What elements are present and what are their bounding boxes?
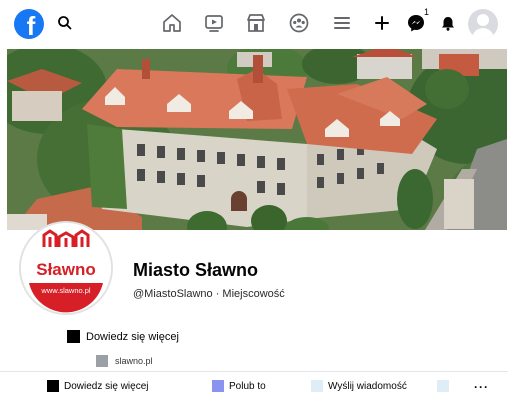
notifications-icon[interactable]: [437, 12, 459, 34]
message-icon: [311, 380, 323, 392]
marketplace-icon[interactable]: [245, 12, 267, 34]
cover-photo: [7, 49, 507, 230]
more-options-button[interactable]: ···: [474, 380, 489, 394]
facebook-page: f 1 Sławno www.slawno.pl Miasto Sławno @…: [0, 0, 508, 403]
page-avatar[interactable]: Sławno www.slawno.pl: [19, 221, 113, 315]
watch-icon[interactable]: [203, 12, 225, 34]
facebook-logo[interactable]: f: [14, 9, 44, 39]
slawno-logo: Sławno www.slawno.pl: [21, 223, 111, 313]
facebook-logo-letter: f: [26, 11, 36, 39]
globe-icon: [96, 355, 108, 367]
send-message-label: Wyślij wiadomość: [328, 380, 407, 392]
account-avatar[interactable]: [468, 9, 498, 39]
info-icon: [67, 330, 80, 343]
website-link[interactable]: slawno.pl: [96, 355, 153, 367]
avatar-logo-url: www.slawno.pl: [40, 286, 91, 295]
learn-more-button[interactable]: Dowiedz się więcej: [47, 380, 148, 392]
home-icon[interactable]: [161, 12, 183, 34]
learn-more-link[interactable]: Dowiedz się więcej: [67, 330, 179, 343]
top-navigation: f 1: [0, 0, 508, 46]
extra-action-button[interactable]: [437, 380, 449, 392]
like-button-label: Polub to: [229, 380, 266, 392]
action-bar: Dowiedz się więcej Polub to Wyślij wiado…: [0, 380, 508, 402]
menu-icon[interactable]: [331, 12, 353, 34]
learn-more-button-label: Dowiedz się więcej: [64, 380, 149, 392]
plus-icon[interactable]: [371, 12, 393, 34]
send-message-button[interactable]: Wyślij wiadomość: [311, 380, 407, 392]
avatar-logo-text: Sławno: [36, 260, 96, 279]
avatar-head-shape: [477, 14, 489, 26]
info-button-icon: [47, 380, 59, 392]
like-icon: [212, 380, 224, 392]
learn-more-label: Dowiedz się więcej: [86, 330, 179, 343]
messenger-badge: 1: [424, 7, 430, 17]
website-label: slawno.pl: [115, 356, 153, 366]
divider: [0, 371, 508, 372]
page-title: Miasto Sławno: [133, 260, 259, 280]
avatar-body-shape: [472, 28, 494, 39]
extra-action-icon: [437, 380, 449, 392]
page-subtitle: @MiastoSlawno · Miejscowość: [133, 288, 285, 300]
like-button[interactable]: Polub to: [212, 380, 266, 392]
search-icon[interactable]: [56, 14, 74, 32]
groups-icon[interactable]: [288, 12, 310, 34]
